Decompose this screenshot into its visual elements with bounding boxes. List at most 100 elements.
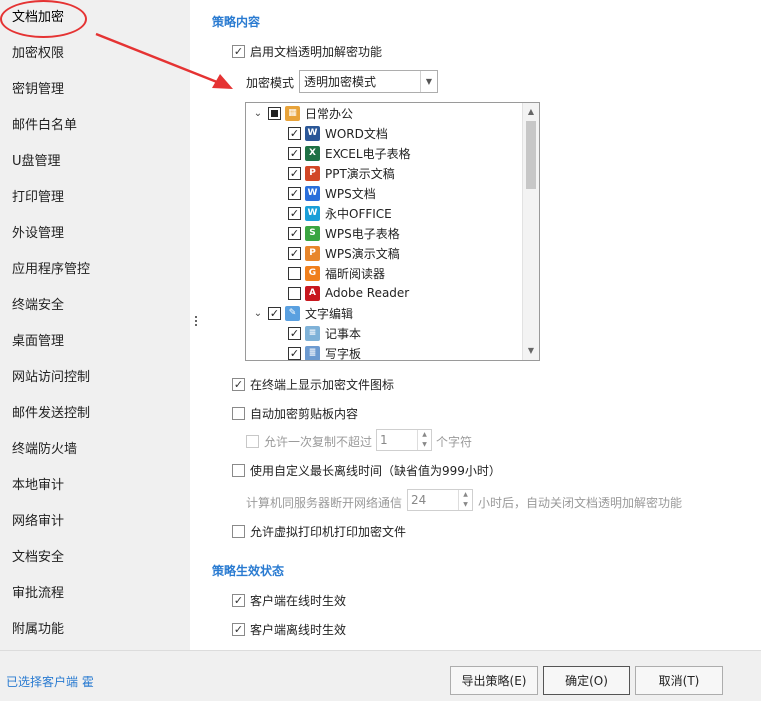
tree-row[interactable]: ✓ P PPT演示文稿	[288, 163, 395, 183]
sidebar-item[interactable]: 外设管理	[0, 216, 190, 252]
tree-row[interactable]: ✓ W WPS文档	[288, 183, 376, 203]
custom-offline-label: 使用自定义最长离线时间（缺省值为999小时）	[250, 464, 501, 478]
sidebar-item[interactable]: 附属功能	[0, 612, 190, 648]
adobe-icon: A	[305, 285, 320, 301]
tree-checkbox[interactable]: ✓	[288, 146, 301, 160]
sidebar-item[interactable]: 桌面管理	[0, 324, 190, 360]
offline-hours-value: 24	[411, 493, 427, 507]
sidebar-item[interactable]: 网络审计	[0, 504, 190, 540]
tree-row[interactable]: ✓ ≡ 记事本	[288, 323, 361, 343]
stepper-arrows-icon[interactable]: ▲ ▼	[417, 430, 431, 450]
offline-prefix: 计算机同服务器断开网络通信	[246, 496, 403, 510]
tree-checkbox[interactable]: ✓	[288, 226, 301, 240]
sidebar-item[interactable]: 应用程序管控	[0, 252, 190, 288]
tree-row[interactable]: ✓ ≣ 写字板	[288, 343, 362, 361]
tree-checkbox[interactable]: ✓	[288, 186, 301, 200]
tree-checkbox[interactable]: ✓	[288, 246, 301, 260]
virtual-printer-label: 允许虚拟打印机打印加密文件	[250, 525, 407, 539]
offline-hours-stepper[interactable]: 24 ▲ ▼	[407, 489, 473, 511]
copy-limit-value: 1	[380, 433, 388, 447]
tree-checkbox[interactable]: ✓	[288, 346, 301, 360]
ppt-icon: P	[305, 165, 320, 181]
offline-effective-checkbox[interactable]: ✓ 客户端离线时生效	[232, 621, 346, 638]
tree-label: EXCEL电子表格	[325, 146, 411, 161]
word-icon: W	[305, 125, 320, 141]
virtual-printer-checkbox[interactable]: 允许虚拟打印机打印加密文件	[232, 523, 406, 540]
tree-row[interactable]: ✓ W 永中OFFICE	[288, 203, 392, 223]
chevron-down-icon[interactable]: ⌄	[252, 108, 264, 119]
text-edit-group-icon: ✎	[285, 305, 300, 321]
yozo-icon: W	[305, 205, 320, 221]
check-icon: ✓	[232, 45, 245, 58]
tree-row[interactable]: ⌄ ✓ ✎ 文字编辑	[252, 303, 353, 323]
chevron-down-icon[interactable]: ▼	[420, 71, 437, 92]
sidebar-item[interactable]: U盘管理	[0, 144, 190, 180]
tree-row[interactable]: G 福昕阅读器	[288, 263, 385, 283]
checkbox-box	[232, 464, 245, 477]
sidebar-item[interactable]: 邮件发送控制	[0, 396, 190, 432]
copy-limit-stepper[interactable]: 1 ▲ ▼	[376, 429, 432, 451]
allow-copy-checkbox[interactable]: 允许一次复制不超过	[246, 433, 372, 450]
auto-clipboard-checkbox[interactable]: 自动加密剪贴板内容	[232, 405, 358, 422]
selected-clients-link[interactable]: 已选择客户端 霍	[6, 673, 94, 690]
scroll-down-icon[interactable]: ▼	[523, 344, 539, 358]
tree-row[interactable]: ⌄ ▦ 日常办公	[252, 103, 353, 123]
tree-label: 记事本	[325, 326, 362, 341]
offline-effective-label: 客户端离线时生效	[250, 623, 347, 637]
scroll-up-icon[interactable]: ▲	[523, 105, 539, 119]
chevron-down-icon[interactable]: ⌄	[252, 308, 264, 319]
sidebar-item[interactable]: 终端安全	[0, 288, 190, 324]
tree-checkbox[interactable]	[268, 106, 281, 120]
auto-clipboard-label: 自动加密剪贴板内容	[250, 407, 359, 421]
custom-offline-checkbox[interactable]: 使用自定义最长离线时间（缺省值为999小时）	[232, 462, 501, 479]
tree-checkbox[interactable]	[288, 286, 301, 300]
check-icon: ✓	[232, 378, 245, 391]
sidebar-item[interactable]: 审批流程	[0, 576, 190, 612]
enable-transparent-checkbox[interactable]: ✓ 启用文档透明加解密功能	[232, 43, 382, 60]
tree-checkbox[interactable]: ✓	[288, 326, 301, 340]
splitter-handle[interactable]	[195, 316, 198, 330]
sidebar-item[interactable]: 文档加密	[0, 0, 190, 36]
tree-checkbox[interactable]: ✓	[288, 166, 301, 180]
app-tree: ▲ ▼ ⌄ ▦ 日常办公 ✓ W WORD文档 ✓ X EXCEL电子表格 ✓ P PPT演示文稿 ✓ W…	[245, 102, 540, 361]
allow-copy-label: 允许一次复制不超过	[264, 435, 373, 449]
ok-button[interactable]: 确定(O)	[543, 666, 630, 695]
tree-row[interactable]: ✓ S WPS电子表格	[288, 223, 400, 243]
show-icon-checkbox[interactable]: ✓ 在终端上显示加密文件图标	[232, 376, 394, 393]
tree-label: WORD文档	[325, 126, 388, 141]
tree-checkbox[interactable]: ✓	[288, 126, 301, 140]
online-effective-checkbox[interactable]: ✓ 客户端在线时生效	[232, 592, 346, 609]
sidebar-item[interactable]: 文档安全	[0, 540, 190, 576]
wps-presentation-icon: P	[305, 245, 320, 261]
tree-row[interactable]: A Adobe Reader	[288, 283, 409, 303]
sidebar-item[interactable]: 密钥管理	[0, 72, 190, 108]
tree-scrollbar[interactable]: ▲ ▼	[522, 103, 539, 360]
policy-content-title: 策略内容	[212, 15, 261, 29]
tree-label: 永中OFFICE	[325, 206, 392, 221]
tree-checkbox[interactable]: ✓	[288, 206, 301, 220]
sidebar-item[interactable]: 打印管理	[0, 180, 190, 216]
tree-row[interactable]: ✓ X EXCEL电子表格	[288, 143, 411, 163]
sidebar-item[interactable]: 终端防火墙	[0, 432, 190, 468]
check-icon: ✓	[232, 623, 245, 636]
offline-suffix: 小时后，自动关闭文档透明加解密功能	[478, 496, 683, 510]
tree-label: 写字板	[325, 346, 362, 361]
encryption-mode-label: 加密模式	[246, 76, 295, 90]
stepper-arrows-icon[interactable]: ▲ ▼	[458, 490, 472, 510]
tree-row[interactable]: ✓ P WPS演示文稿	[288, 243, 400, 263]
scroll-thumb[interactable]	[526, 121, 536, 189]
export-policy-button[interactable]: 导出策略(E)	[450, 666, 538, 695]
tree-label: Adobe Reader	[325, 286, 410, 300]
tree-row[interactable]: ✓ W WORD文档	[288, 123, 388, 143]
sidebar-item[interactable]: 加密权限	[0, 36, 190, 72]
sidebar-item[interactable]: 网站访问控制	[0, 360, 190, 396]
tree-checkbox[interactable]: ✓	[268, 306, 281, 320]
sidebar-item[interactable]: 邮件白名单	[0, 108, 190, 144]
cancel-button[interactable]: 取消(T)	[635, 666, 723, 695]
notepad-icon: ≡	[305, 325, 320, 341]
wps-writer-icon: W	[305, 185, 320, 201]
copy-limit-suffix: 个字符	[436, 435, 473, 449]
sidebar-item[interactable]: 本地审计	[0, 468, 190, 504]
encryption-mode-select[interactable]: 透明加密模式 ▼	[299, 70, 438, 93]
tree-checkbox[interactable]	[288, 266, 301, 280]
